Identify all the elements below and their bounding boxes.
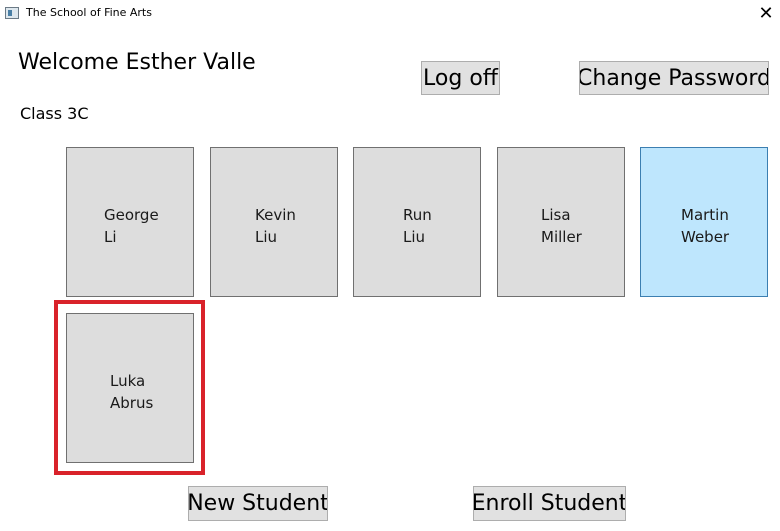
enroll-student-button[interactable]: Enroll Student <box>473 486 626 521</box>
new-student-button[interactable]: New Student <box>188 486 328 521</box>
student-name: Lisa Miller <box>541 206 582 246</box>
title-bar: The School of Fine Arts ✕ <box>0 0 780 28</box>
student-tile-martin-weber[interactable]: Martin Weber <box>640 147 768 297</box>
student-name: Run Liu <box>403 206 432 246</box>
class-label: Class 3C <box>20 104 89 123</box>
change-password-button[interactable]: Change Password <box>579 61 769 95</box>
student-name: Martin Weber <box>681 206 730 246</box>
student-name: George Li <box>104 206 159 246</box>
app-icon <box>5 7 19 19</box>
welcome-heading: Welcome Esther Valle <box>18 50 256 75</box>
student-tile-george-li[interactable]: George Li <box>66 147 194 297</box>
close-icon[interactable]: ✕ <box>752 0 780 28</box>
window-title: The School of Fine Arts <box>26 6 152 19</box>
student-name: Luka Abrus <box>110 372 154 412</box>
student-name: Kevin Liu <box>255 206 296 246</box>
student-tile-luka-abrus[interactable]: Luka Abrus <box>66 313 194 463</box>
student-tile-run-liu[interactable]: Run Liu <box>353 147 481 297</box>
app-window: The School of Fine Arts ✕ Welcome Esther… <box>0 0 780 531</box>
student-tile-kevin-liu[interactable]: Kevin Liu <box>210 147 338 297</box>
student-tile-lisa-miller[interactable]: Lisa Miller <box>497 147 625 297</box>
log-off-button[interactable]: Log off <box>421 61 500 95</box>
